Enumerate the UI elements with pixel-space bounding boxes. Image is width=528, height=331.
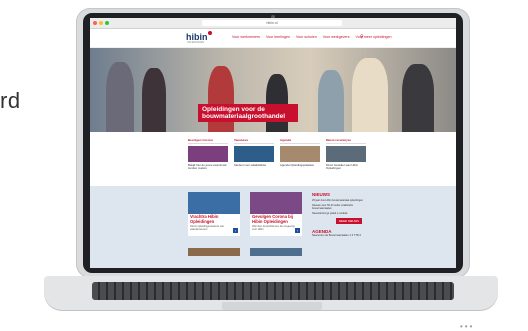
search-icon[interactable]: ⚲ [360,34,364,40]
card-agenda[interactable]: Agenda Agenda Opleidingsplaatsen [280,138,320,182]
edge-text: rd [0,88,21,113]
card-corona[interactable]: Bevolgen Corona Bekijk hier de jeune ews… [188,138,228,182]
hero-person [266,74,288,132]
hero-title: Opleidingen voor de bouwmateriaalgrootha… [198,104,298,122]
site-header: hibin OPLEIDINGEN Voor werknemers Voor l… [90,29,456,48]
promo-image [250,192,302,214]
menu-item-werknemers[interactable]: Voor werknemers [232,35,260,39]
logo-dot-icon [208,31,212,35]
promo-corona[interactable]: Gevolgen Corona bij Hibin Opleidingen Wa… [250,192,302,236]
menu-item-leerlingen[interactable]: Voor leerlingen [266,35,290,39]
menu-item-scholen[interactable]: Voor scholen [296,35,317,39]
browser-chrome: hibin.nl [90,18,456,29]
keyboard [92,282,454,300]
thumbnail-image [188,248,240,256]
card-heading: Vacatures [234,138,274,144]
news-heading: NIEUWS [312,192,330,197]
quick-links: Bevolgen Corona Bekijk hier de jeune ews… [90,132,456,184]
card-recent[interactable]: Meest recentnyze Direct bestellen aan Hi… [326,138,366,182]
hero-person [402,64,434,132]
promo-title: Gevolgen Corona bij Hibin Opleidingen [252,214,293,224]
card-text: Student voor vakafdelinke [234,163,267,167]
hero-person [106,62,134,132]
hero-person [318,70,344,132]
card-text: Bekijk hier de jeune ewsmirnok tocofen z… [188,163,227,171]
decorative-dots: ••• [460,322,475,331]
hero-person [208,66,234,132]
card-image [188,146,228,162]
card-image [280,146,320,162]
menu-item-werkgevers[interactable]: Voor werkgevers [323,35,350,39]
news-item[interactable]: Nieuwsbrief ge prakti e module [312,212,368,215]
agenda-item[interactable]: Nascenten de Bouwmateriaalen 1 4 TTR 2 [312,234,368,237]
chevron-right-icon[interactable]: › [295,228,300,233]
content-band: Vrachtra Hibin Opleidingen Direct opleid… [90,186,456,268]
address-bar[interactable]: hibin.nl [202,20,342,26]
logo-subtitle: OPLEIDINGEN [187,41,205,44]
promo-image [188,192,240,214]
card-heading: Bevolgen Corona [188,138,228,144]
card-image [326,146,366,162]
minimize-dot-icon[interactable] [99,21,103,25]
news-item[interactable]: 25 jaar dus Hibin bouwmateriaal opleidin… [312,199,368,202]
browser-window: hibin.nl hibin OPLEIDINGEN Voor werkneme… [90,18,456,268]
maximize-dot-icon[interactable] [105,21,109,25]
news-column: NIEUWS 25 jaar dus Hibin bouwmateriaal o… [312,192,368,239]
hero-person [142,68,166,132]
trackpad [222,302,322,310]
hero-person [352,58,388,132]
thumbnail-image [250,248,302,256]
promo-title: Vrachtra Hibin Opleidingen [190,214,219,224]
promo-vacatures[interactable]: Vrachtra Hibin Opleidingen Direct opleid… [188,192,240,236]
card-text: Direct bestellen aan Hibin Opleidingen [326,163,358,171]
card-heading: Agenda [280,138,320,144]
chevron-right-icon[interactable]: › [233,228,238,233]
main-menu: Voor werknemers Voor leerlingen Voor sch… [232,35,391,39]
card-text: Agenda Opleidingsplaatsen [280,163,315,167]
card-vacatures[interactable]: Vacatures Student voor vakafdelinke [234,138,274,182]
more-news-button[interactable]: MEER NIEUWS [336,218,363,224]
card-heading: Meest recentnyze [326,138,366,144]
hero-banner: Opleidingen voor de bouwmateriaalgrootha… [90,48,456,132]
card-image [234,146,274,162]
news-item[interactable]: Nieuwe voor 60 dit seiter praktische bou… [312,204,368,210]
close-dot-icon[interactable] [93,21,97,25]
